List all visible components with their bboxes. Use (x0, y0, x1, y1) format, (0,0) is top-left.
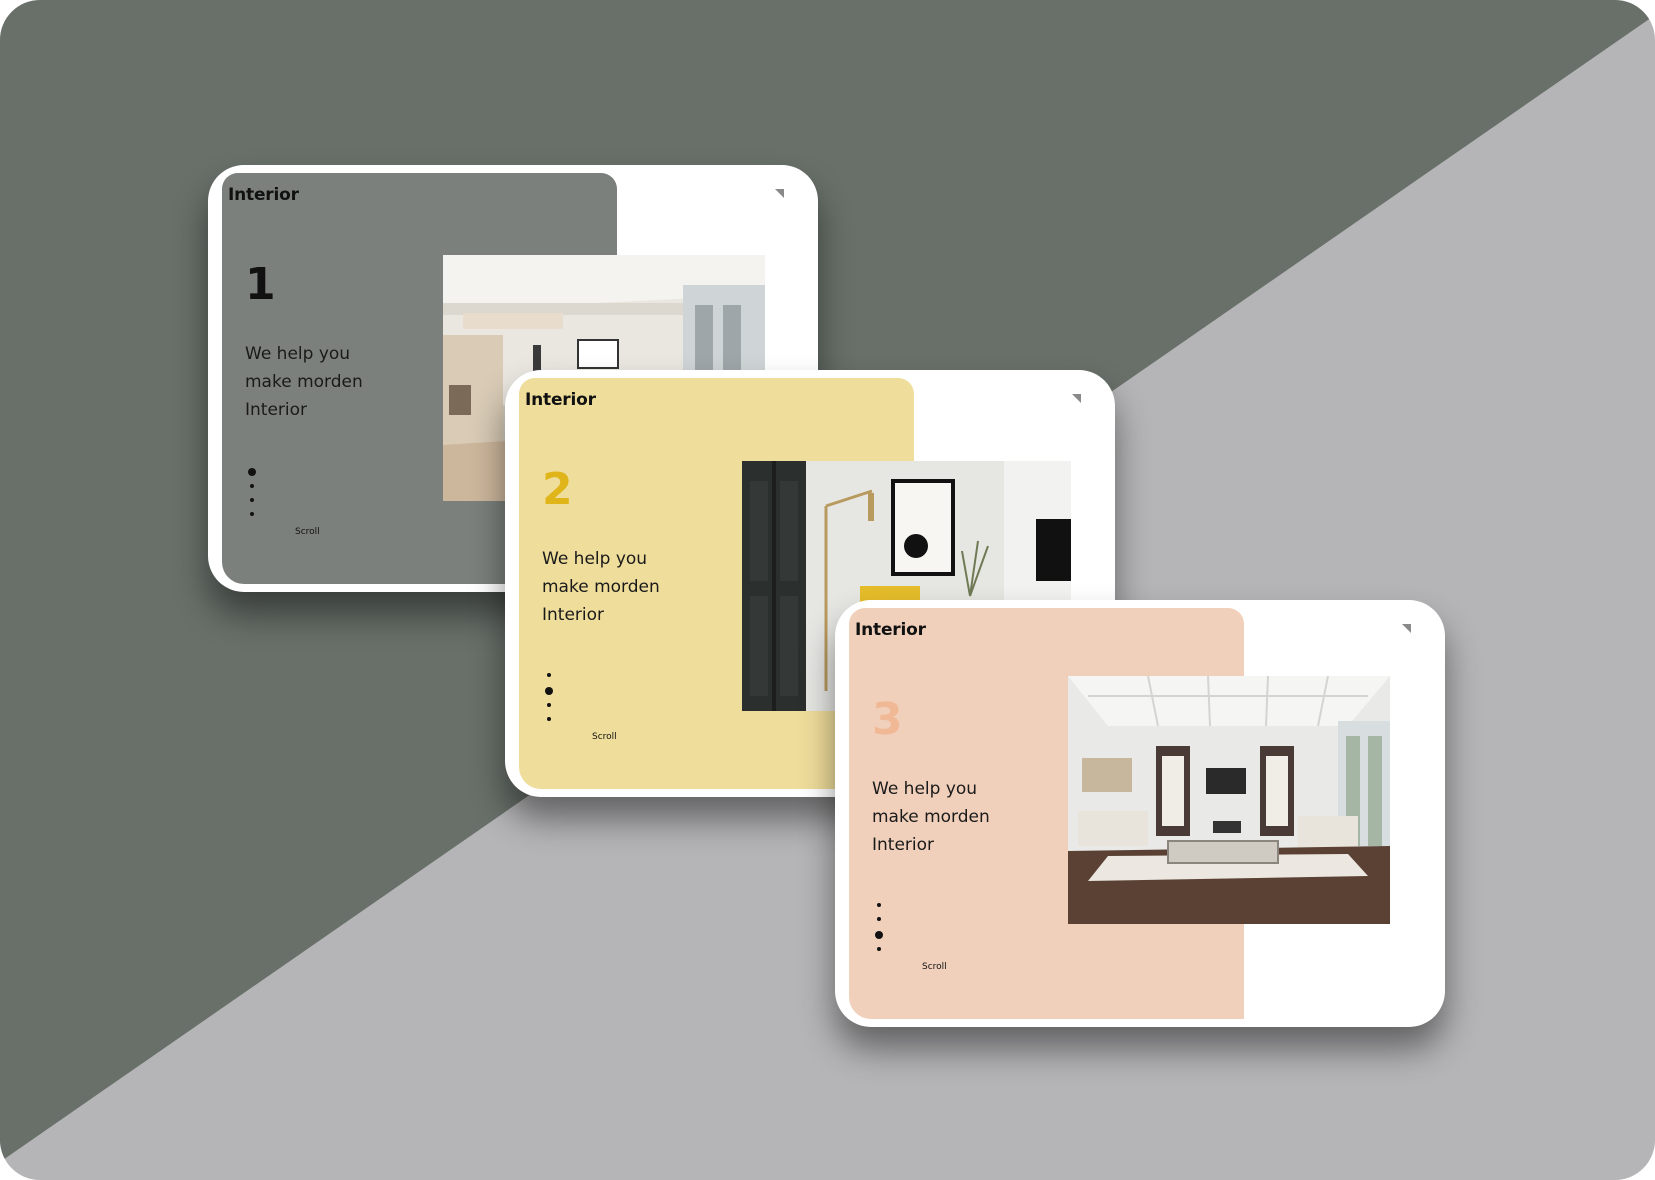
scroll-label[interactable]: Scroll (592, 732, 617, 742)
pagination-dot-1[interactable] (877, 903, 881, 907)
brand-title: Interior (525, 390, 596, 410)
brand-title: Interior (855, 620, 926, 640)
interior-photo (1068, 676, 1390, 924)
pagination-dots (543, 673, 555, 731)
showcase-canvas: Interior 1 We help you make morden Inter… (0, 0, 1655, 1180)
interior-card-3[interactable]: Interior 3 We help you make morden Inter… (835, 600, 1445, 1027)
pagination-dot-3[interactable] (250, 498, 254, 502)
pagination-dot-1[interactable] (547, 673, 551, 677)
pagination-dot-4[interactable] (250, 512, 254, 516)
pagination-dot-1[interactable] (248, 468, 256, 476)
tagline-text: We help you make morden Interior (542, 549, 660, 625)
tagline-text: We help you make morden Interior (245, 344, 363, 420)
slide-number: 3 (872, 694, 903, 745)
pagination-dot-2[interactable] (877, 917, 881, 921)
slide-number: 1 (245, 259, 276, 310)
pagination-dot-4[interactable] (877, 947, 881, 951)
tagline-text: We help you make morden Interior (872, 779, 990, 855)
scroll-label[interactable]: Scroll (295, 527, 320, 537)
corner-arrow-icon[interactable] (775, 189, 784, 198)
pagination-dots (246, 468, 258, 526)
pagination-dots (873, 903, 885, 961)
corner-arrow-icon[interactable] (1072, 394, 1081, 403)
pagination-dot-3[interactable] (547, 703, 551, 707)
corner-arrow-icon[interactable] (1402, 624, 1411, 633)
scroll-label[interactable]: Scroll (922, 962, 947, 972)
pagination-dot-4[interactable] (547, 717, 551, 721)
pagination-dot-2[interactable] (250, 484, 254, 488)
brand-title: Interior (228, 185, 299, 205)
slide-number: 2 (542, 464, 573, 515)
pagination-dot-2[interactable] (545, 687, 553, 695)
pagination-dot-3[interactable] (875, 931, 883, 939)
living-room-photo-illustration (1068, 676, 1390, 924)
